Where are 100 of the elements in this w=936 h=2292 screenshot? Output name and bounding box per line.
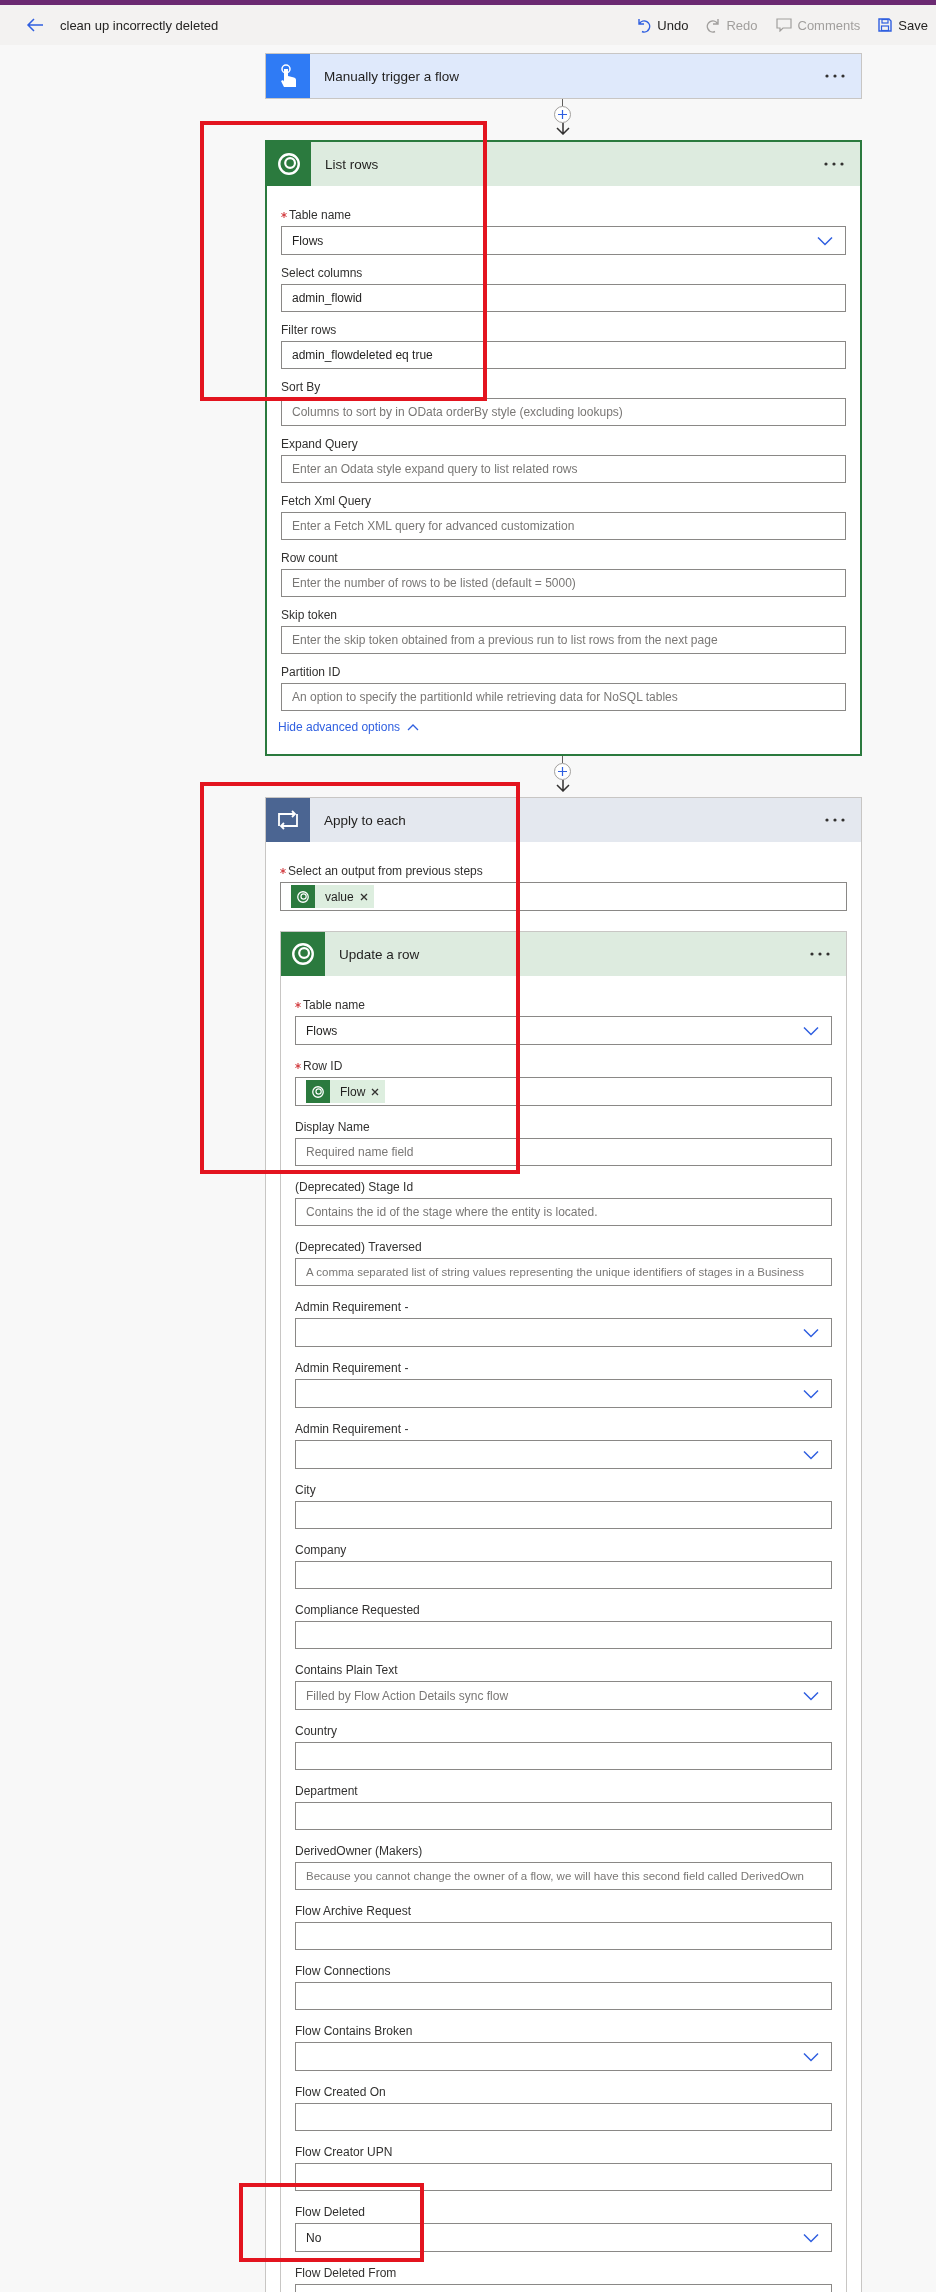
chevron-down-icon bbox=[803, 1449, 819, 1460]
token-chip[interactable]: value bbox=[291, 885, 374, 908]
chevron-down-icon bbox=[817, 235, 833, 246]
required-icon bbox=[295, 1062, 301, 1069]
field-label: (Deprecated) Traversed bbox=[295, 1239, 422, 1254]
input-field[interactable] bbox=[295, 1982, 832, 2010]
add-step-button[interactable] bbox=[554, 106, 571, 123]
chevron-down-icon bbox=[803, 1327, 819, 1338]
input-field[interactable]: An option to specify the partitionId while retrieving data for NoSQL tables bbox=[281, 683, 846, 711]
input-field[interactable]: A comma separated list of string values representing the unique identifiers of stages in a Business bbox=[295, 1258, 832, 1286]
input-field[interactable]: admin_flowdeleted eq true bbox=[281, 341, 846, 369]
input-field[interactable]: Contains the id of the stage where the entity is located. bbox=[295, 1198, 832, 1226]
hand-pointer-icon bbox=[278, 64, 298, 88]
input-field[interactable] bbox=[295, 2163, 832, 2191]
dropdown-field[interactable]: No bbox=[295, 2223, 832, 2252]
input-field[interactable]: Because you cannot change the owner of a flow, we will have this second field called DerivedOwn bbox=[295, 1862, 832, 1890]
input-field[interactable] bbox=[295, 1922, 832, 1950]
input-field[interactable] bbox=[295, 1621, 832, 1649]
step-header[interactable]: Update a row bbox=[281, 932, 846, 976]
input-field[interactable]: Required name field bbox=[295, 1138, 832, 1166]
input-field[interactable]: admin_flowid bbox=[281, 284, 846, 312]
save-icon bbox=[878, 18, 893, 32]
required-icon bbox=[280, 867, 286, 874]
field-label: Row ID bbox=[303, 1058, 343, 1073]
remove-icon[interactable] bbox=[371, 1087, 380, 1096]
chevron-up-icon bbox=[407, 723, 420, 731]
input-field[interactable] bbox=[295, 1561, 832, 1589]
input-field[interactable] bbox=[295, 2103, 832, 2131]
dropdown-field[interactable] bbox=[295, 1440, 832, 1469]
field-label: Partition ID bbox=[281, 664, 341, 679]
chevron-down-icon bbox=[803, 1025, 819, 1036]
dropdown-field[interactable]: Flows bbox=[295, 1016, 832, 1045]
chevron-down-icon bbox=[803, 1690, 819, 1701]
remove-icon[interactable] bbox=[359, 892, 368, 901]
dropdown-field[interactable] bbox=[295, 1318, 832, 1347]
token-chip[interactable]: Flow bbox=[306, 1080, 386, 1103]
field-label: Flow Connections bbox=[295, 1963, 391, 1978]
field-label: City bbox=[295, 1482, 316, 1497]
arrow-down-icon bbox=[555, 123, 570, 135]
toolbar-button[interactable]: Save bbox=[876, 15, 930, 35]
loop-icon bbox=[275, 810, 301, 830]
field-label: Contains Plain Text bbox=[295, 1662, 398, 1677]
field-label: Admin Requirement - bbox=[295, 1360, 409, 1375]
required-icon bbox=[295, 1001, 301, 1008]
arrow-down-icon bbox=[555, 780, 570, 792]
input-field[interactable]: Enter the number of rows to be listed (default = 5000) bbox=[281, 569, 846, 597]
swirl-icon bbox=[311, 1084, 325, 1099]
input-field[interactable]: Columns to sort by in OData orderBy style (excluding lookups) bbox=[281, 398, 846, 426]
dropdown-field[interactable] bbox=[295, 1379, 832, 1408]
step-header[interactable]: Manually trigger a flow bbox=[266, 54, 861, 98]
field-label: Table name bbox=[289, 207, 352, 222]
field-label: DerivedOwner (Makers) bbox=[295, 1843, 423, 1858]
input-field[interactable]: Enter the skip token obtained from a previous run to list rows from the next page bbox=[281, 626, 846, 654]
step-header[interactable]: List rows bbox=[267, 142, 860, 186]
input-field[interactable]: Enter a Fetch XML query for advanced customization bbox=[281, 512, 846, 540]
required-icon bbox=[281, 211, 287, 218]
dropdown-field[interactable] bbox=[295, 2042, 832, 2071]
input-field[interactable] bbox=[295, 1742, 832, 1770]
redo-icon bbox=[706, 17, 721, 33]
back-arrow-icon[interactable] bbox=[26, 18, 44, 32]
step-title: Update a row bbox=[339, 946, 421, 962]
step-title: Manually trigger a flow bbox=[324, 68, 461, 84]
field-label: Flow Contains Broken bbox=[295, 2023, 413, 2038]
chevron-down-icon bbox=[803, 2051, 819, 2062]
undo-icon bbox=[637, 17, 652, 33]
add-step-button[interactable] bbox=[554, 763, 571, 780]
step-title: List rows bbox=[325, 156, 380, 172]
field-label: Department bbox=[295, 1783, 358, 1798]
step-header[interactable]: Apply to each bbox=[266, 798, 861, 842]
field-label: Filter rows bbox=[281, 322, 337, 337]
swirl-icon bbox=[276, 151, 302, 177]
field-label: Admin Requirement - bbox=[295, 1421, 409, 1436]
field-label: Company bbox=[295, 1542, 347, 1557]
swirl-icon bbox=[290, 941, 316, 967]
advanced-options-link[interactable]: Hide advanced options bbox=[278, 720, 420, 734]
field-label: Skip token bbox=[281, 607, 338, 622]
field-label: Flow Deleted bbox=[295, 2204, 366, 2219]
field-label: Table name bbox=[303, 997, 366, 1012]
more-icon[interactable] bbox=[824, 162, 844, 166]
input-field[interactable] bbox=[295, 1501, 832, 1529]
plus-icon bbox=[558, 767, 567, 776]
dropdown-field[interactable]: Flows bbox=[281, 226, 846, 255]
more-icon[interactable] bbox=[825, 74, 845, 78]
field-label: Flow Archive Request bbox=[295, 1903, 412, 1918]
token-field[interactable]: Flow bbox=[295, 1077, 832, 1106]
flow-title: clean up incorrectly deleted bbox=[60, 17, 220, 33]
plus-icon bbox=[558, 110, 567, 119]
input-field[interactable]: Enter an Odata style expand query to list related rows bbox=[281, 455, 846, 483]
toolbar-button[interactable]: Undo bbox=[635, 15, 691, 35]
field-label: Flow Deleted From bbox=[295, 2265, 397, 2280]
field-label: Compliance Requested bbox=[295, 1602, 420, 1617]
field-label: Select an output from previous steps bbox=[288, 863, 483, 878]
field-label: Flow Creator UPN bbox=[295, 2144, 393, 2159]
input-field[interactable] bbox=[295, 1802, 832, 1830]
chevron-down-icon bbox=[803, 1388, 819, 1399]
token-field[interactable]: value bbox=[280, 882, 847, 911]
more-icon[interactable] bbox=[825, 818, 845, 822]
more-icon[interactable] bbox=[810, 952, 830, 956]
dropdown-field[interactable]: Filled by Flow Action Details sync flow bbox=[295, 1681, 832, 1710]
field-label: Sort By bbox=[281, 379, 321, 394]
